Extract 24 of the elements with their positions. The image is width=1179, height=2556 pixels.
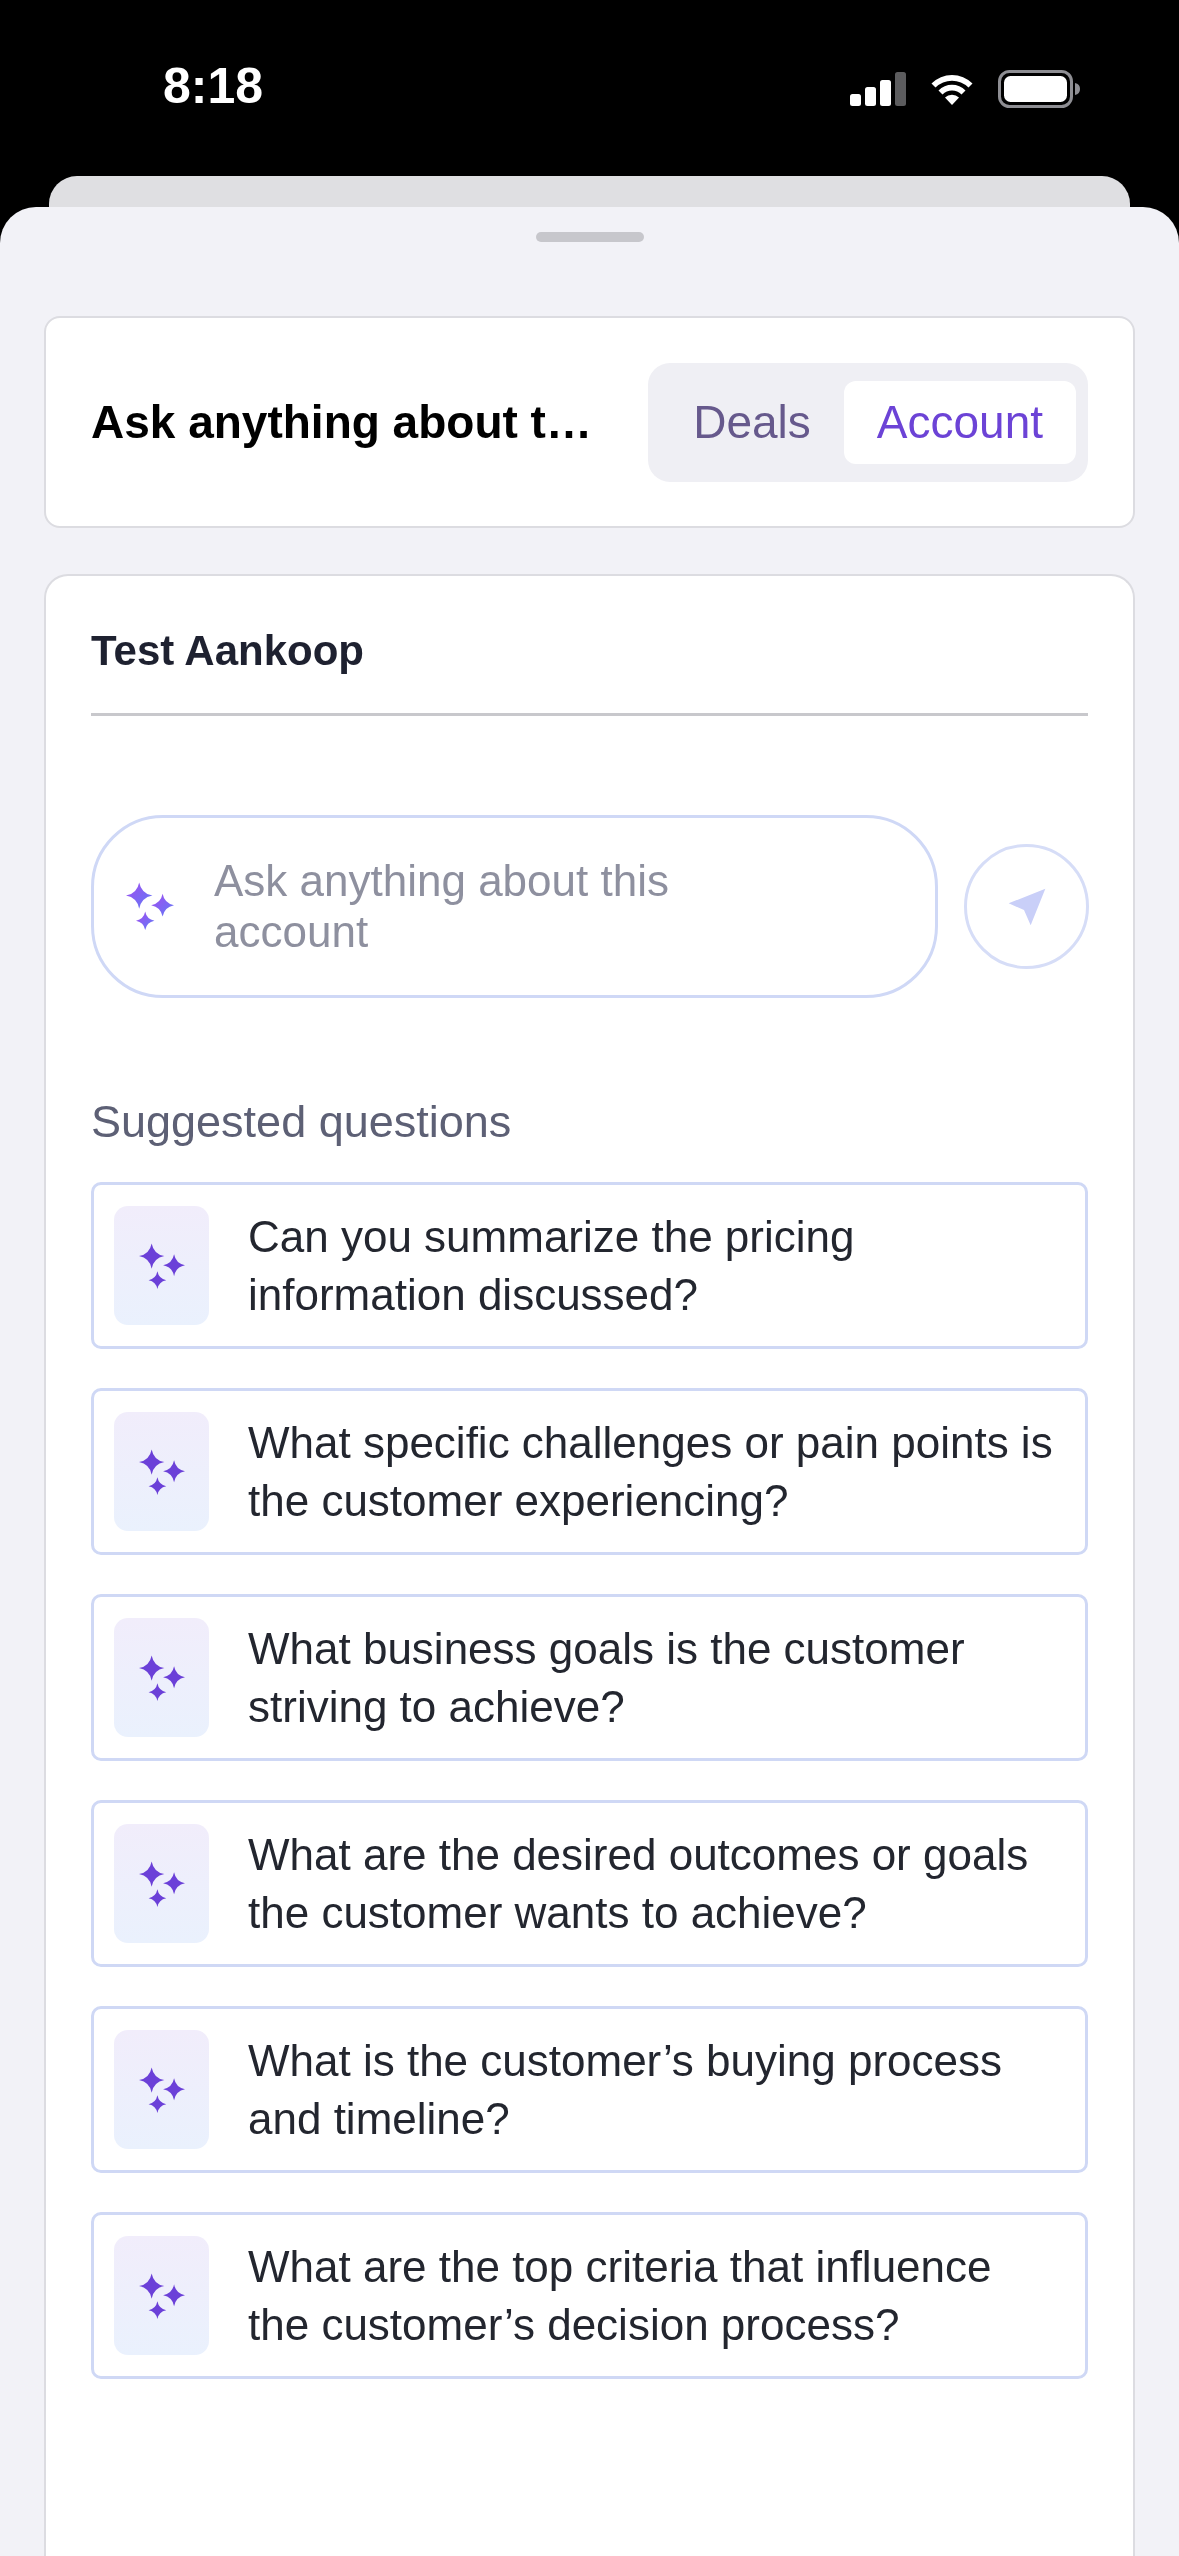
suggested-question[interactable]: Can you summarize the pricing information discussed? bbox=[91, 1182, 1088, 1349]
suggested-question[interactable]: What are the top criteria that influence the customer’s decision process? bbox=[91, 2212, 1088, 2379]
suggested-question[interactable]: What is the customer’s buying process and timeline? bbox=[91, 2006, 1088, 2173]
send-icon bbox=[1006, 886, 1047, 927]
suggested-question[interactable]: What are the desired outcomes or goals the customer wants to achieve? bbox=[91, 1800, 1088, 1967]
section-label: Suggested questions bbox=[91, 1095, 512, 1149]
tab[interactable]: Account bbox=[843, 380, 1076, 464]
header-title: Ask anything about t… bbox=[91, 395, 592, 449]
battery-icon bbox=[998, 70, 1080, 108]
sparkle-icon bbox=[114, 2030, 209, 2149]
drag-handle[interactable] bbox=[535, 232, 644, 242]
status-time: 8:18 bbox=[163, 58, 264, 114]
sparkle-icon bbox=[114, 1824, 209, 1943]
sparkle-icon bbox=[114, 1412, 209, 1531]
suggested-question[interactable]: What specific challenges or pain points is the customer experiencing? bbox=[91, 1388, 1088, 1555]
account-name: Test Aankoop bbox=[91, 626, 365, 676]
suggested-question[interactable]: What business goals is the customer striving to achieve? bbox=[91, 1594, 1088, 1761]
sparkle-icon bbox=[114, 1618, 209, 1737]
input-field[interactable]: Ask anything about this account bbox=[91, 815, 938, 998]
sparkle-icon bbox=[114, 2236, 209, 2355]
sparkle-icon bbox=[126, 882, 174, 930]
signal-icon bbox=[850, 72, 906, 106]
sparkle-icon bbox=[114, 1206, 209, 1325]
tab[interactable]: Deals bbox=[660, 380, 844, 464]
